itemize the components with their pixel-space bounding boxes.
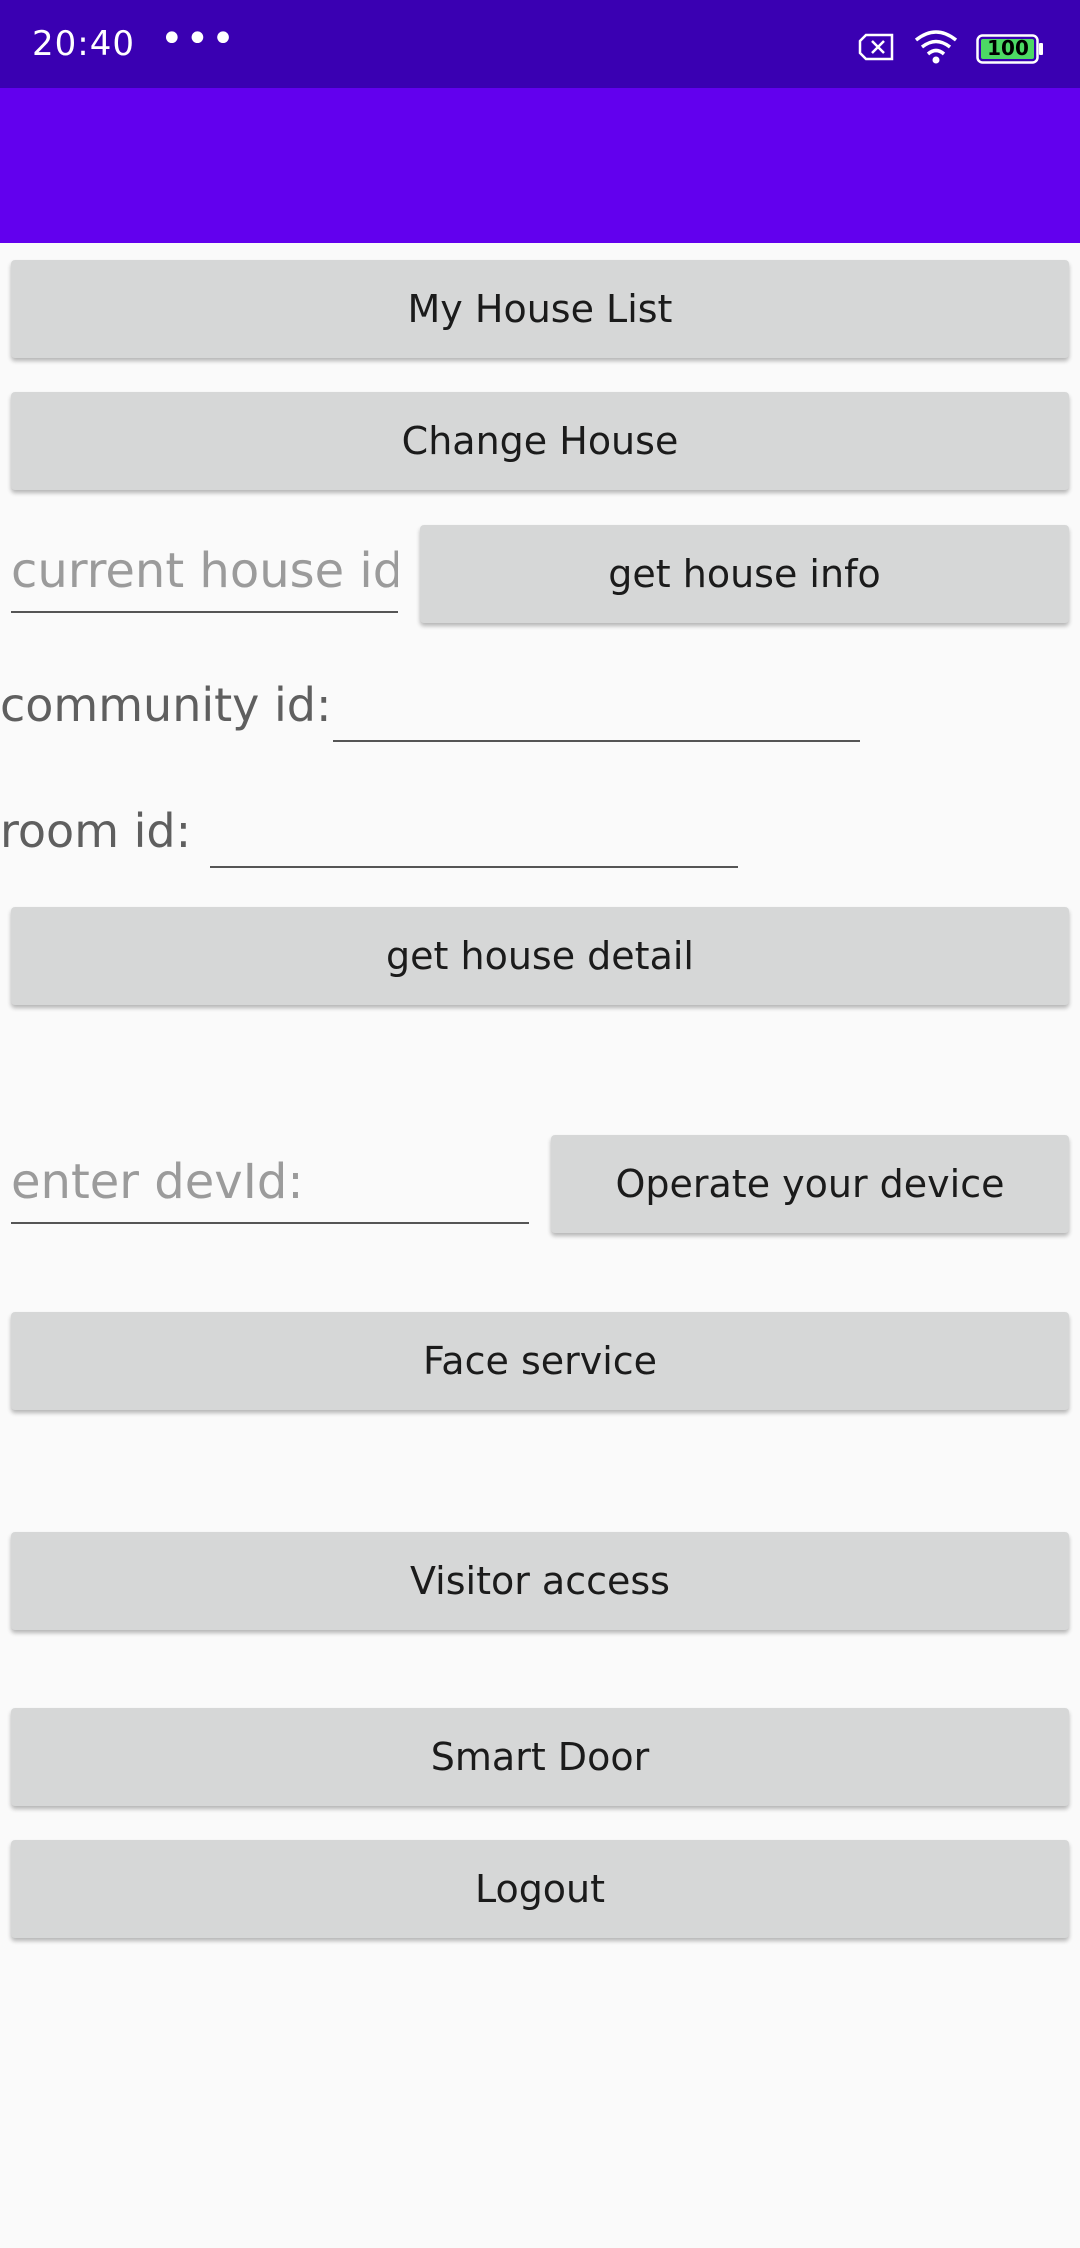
operate-device-button[interactable]: Operate your device bbox=[551, 1135, 1069, 1233]
battery-icon: 100 bbox=[976, 34, 1044, 64]
status-time: 20:40 bbox=[32, 24, 135, 64]
logout-button[interactable]: Logout bbox=[11, 1840, 1069, 1938]
sim-card-x-icon bbox=[858, 33, 896, 65]
app-bar bbox=[0, 88, 1080, 243]
more-notifications-icon: ••• bbox=[160, 16, 237, 62]
status-bar: 20:40 ••• 100 bbox=[0, 0, 1080, 88]
my-house-list-button[interactable]: My House List bbox=[11, 260, 1069, 358]
room-id-field[interactable] bbox=[210, 866, 738, 868]
visitor-access-button[interactable]: Visitor access bbox=[11, 1532, 1069, 1630]
battery-level: 100 bbox=[987, 36, 1029, 60]
community-id-label: community id: bbox=[0, 678, 332, 732]
get-house-info-button[interactable]: get house info bbox=[420, 525, 1069, 623]
face-service-button[interactable]: Face service bbox=[11, 1312, 1069, 1410]
current-house-id-input[interactable]: current house id bbox=[11, 535, 398, 613]
community-id-field[interactable] bbox=[333, 740, 860, 742]
get-house-detail-button[interactable]: get house detail bbox=[11, 907, 1069, 1005]
smart-door-button[interactable]: Smart Door bbox=[11, 1708, 1069, 1806]
room-id-label: room id: bbox=[0, 804, 192, 858]
status-icons: 100 bbox=[858, 30, 1044, 68]
change-house-button[interactable]: Change House bbox=[11, 392, 1069, 490]
dev-id-input[interactable]: enter devId: bbox=[11, 1146, 529, 1224]
wifi-icon bbox=[914, 30, 958, 68]
